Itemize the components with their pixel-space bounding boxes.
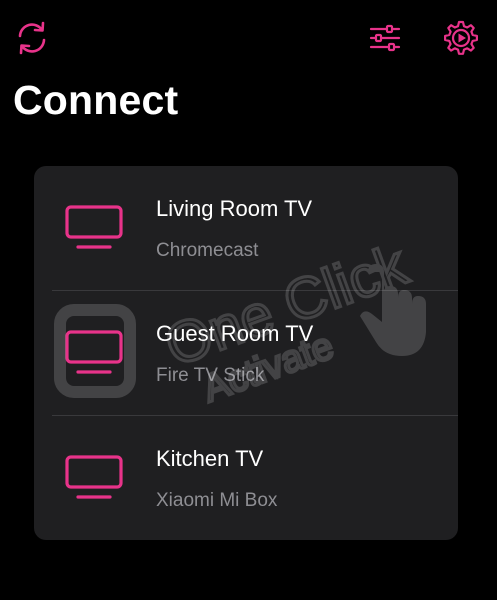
filter-button[interactable] <box>365 18 405 58</box>
device-type: Xiaomi Mi Box <box>156 490 278 511</box>
page-title: Connect <box>13 77 179 123</box>
gear-icon <box>444 20 478 55</box>
device-name: Living Room TV <box>156 196 313 221</box>
tv-icon <box>65 455 123 499</box>
device-item[interactable]: Living Room TV Chromecast <box>34 166 458 290</box>
tv-icon <box>65 330 123 374</box>
connect-screen: Connect Living Room TV Chromecast Guest … <box>0 0 497 600</box>
device-name: Guest Room TV <box>156 321 314 346</box>
device-item[interactable]: Guest Room TV Fire TV Stick <box>34 291 458 415</box>
device-type: Chromecast <box>156 240 259 261</box>
sliders-icon <box>369 24 401 52</box>
refresh-button[interactable] <box>12 18 52 58</box>
device-type: Fire TV Stick <box>156 365 265 386</box>
top-bar <box>0 18 497 60</box>
device-item[interactable]: Kitchen TV Xiaomi Mi Box <box>34 416 458 540</box>
refresh-icon <box>18 21 46 55</box>
tv-icon <box>65 205 123 249</box>
settings-button[interactable] <box>441 18 481 58</box>
device-name: Kitchen TV <box>156 446 264 471</box>
device-list: Living Room TV Chromecast Guest Room TV … <box>34 166 458 540</box>
